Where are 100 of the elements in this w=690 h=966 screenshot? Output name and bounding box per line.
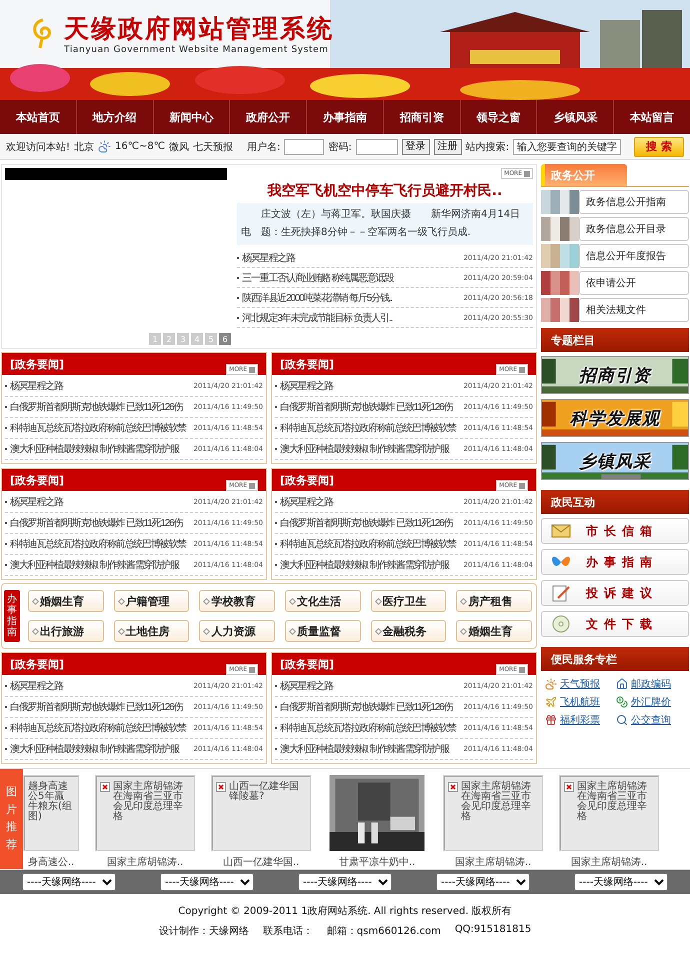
search-field[interactable]: 输入您要查询的关键字 xyxy=(513,138,622,154)
plus-icon xyxy=(249,666,255,672)
password-label: 密码: xyxy=(328,140,352,154)
plus-icon xyxy=(519,666,525,672)
news-title[interactable]: 杨冥星程之路 xyxy=(280,495,460,509)
news-title[interactable]: 三一重工否认商业贿赂 称纯属恶意诋毁 xyxy=(242,270,460,284)
news-title[interactable]: 陕西洋县近2000吨菜花滞销 每斤5分钱.. xyxy=(242,290,460,304)
news-title[interactable]: 白俄罗斯首都明斯克地铁爆炸 已致11死126伤 xyxy=(10,400,190,414)
interaction-button[interactable]: 文件下载 xyxy=(541,611,689,637)
house-icon xyxy=(616,678,628,690)
guide-button[interactable]: 土地住房 xyxy=(114,620,190,642)
news-title[interactable]: 白俄罗斯首都明斯克地铁爆炸 已致11死126伤 xyxy=(280,516,460,530)
broken-image-icon xyxy=(216,782,226,792)
photo-caption[interactable]: 国家主席胡锦涛.. xyxy=(454,855,532,869)
nav-link[interactable]: 本站首页 xyxy=(0,100,76,134)
news-title[interactable]: 杨冥星程之路 xyxy=(280,379,460,393)
site-title: 天缘政府网站管理系统 xyxy=(64,12,334,44)
service-link[interactable]: 天气预报 xyxy=(545,677,614,691)
email-text: 邮箱：qsm660126.com xyxy=(326,924,441,938)
link-dropdown[interactable]: ----天缘网络---- xyxy=(298,873,392,891)
service-link[interactable]: 邮政编码 xyxy=(616,677,685,691)
guide-button[interactable]: 学校教育 xyxy=(199,590,275,612)
guide-button[interactable]: 出行旅游 xyxy=(28,620,104,642)
weather-icon xyxy=(545,678,557,690)
news-title[interactable]: 科特迪瓦总统瓦塔拉政府称前总统巴博被软禁 xyxy=(280,537,460,551)
sidebar-link[interactable]: 依申请公开 xyxy=(579,271,689,295)
photo-caption[interactable]: 山西一亿建华国.. xyxy=(222,855,300,869)
temperature-text: 16℃~8℃ xyxy=(115,141,165,152)
news-title[interactable]: 杨冥星程之路 xyxy=(10,495,190,509)
news-title[interactable]: 杨冥星程之路 xyxy=(10,379,190,393)
broken-image-icon xyxy=(100,782,110,792)
link-dropdown[interactable]: ----天缘网络---- xyxy=(574,873,668,891)
topic-banner[interactable]: 乡镇风采 xyxy=(541,442,689,480)
guide-button[interactable]: 人力资源 xyxy=(199,620,275,642)
sidebar-link[interactable]: 政务信息公开目录 xyxy=(579,217,689,241)
topic-banner[interactable]: 招商引资 xyxy=(541,356,689,394)
news-title[interactable]: 科特迪瓦总统瓦塔拉政府称前总统巴博被软禁 xyxy=(280,721,460,735)
sidebar-link[interactable]: 相关法规文件 xyxy=(579,298,689,322)
section-header: 专题栏目 xyxy=(541,328,689,352)
news-title[interactable]: 白俄罗斯首都明斯克地铁爆炸 已致11死126伤 xyxy=(280,700,460,714)
news-title[interactable]: 杨冥星程之路 xyxy=(10,679,190,693)
news-title[interactable]: 白俄罗斯首都明斯克地铁爆炸 已致11死126伤 xyxy=(10,700,190,714)
sidebar-link[interactable]: 政务信息公开指南 xyxy=(579,190,689,214)
section-header: 政民互动 xyxy=(541,490,689,514)
news-title[interactable]: 科特迪瓦总统瓦塔拉政府称前总统巴博被软禁 xyxy=(10,537,190,551)
news-title[interactable]: 科特迪瓦总统瓦塔拉政府称前总统巴博被软禁 xyxy=(10,421,190,435)
link-dropdown[interactable]: ----天缘网络---- xyxy=(160,873,254,891)
photo-caption[interactable]: 甘肃平凉牛奶中.. xyxy=(338,855,416,869)
headline-title[interactable]: 我空军飞机空中停车飞行员避开村民.. xyxy=(237,182,533,200)
link-dropdown[interactable]: ----天缘网络---- xyxy=(22,873,116,891)
news-title[interactable]: 河北规定3年未完成节能目标 负责人引.. xyxy=(242,310,460,324)
interaction-button[interactable]: 办事指南 xyxy=(541,549,689,575)
news-title[interactable]: 杨冥星程之路 xyxy=(242,250,460,264)
service-link[interactable]: 飞机航班 xyxy=(545,695,614,709)
sidebar-link[interactable]: 信息公开年度报告 xyxy=(579,244,689,268)
coins-icon xyxy=(616,696,628,708)
copyright-text: Copyright © 2009-2011 1政府网站系统. All rights reserved. 版权所有 xyxy=(178,904,512,918)
login-button[interactable]: 登录 xyxy=(402,138,430,154)
link-dropdown[interactable]: ----天缘网络---- xyxy=(436,873,530,891)
page-button[interactable]: 6 xyxy=(219,333,231,345)
photo-caption[interactable]: 国家主席胡锦涛.. xyxy=(106,855,184,869)
interaction-button[interactable]: 投诉建议 xyxy=(541,580,689,606)
photo-caption[interactable]: 国家主席胡锦涛.. xyxy=(570,855,648,869)
password-field[interactable] xyxy=(356,138,398,154)
news-title[interactable]: 澳大利亚种植最辣辣椒 制作辣酱需穿防护服 xyxy=(10,742,190,756)
news-title[interactable]: 杨冥星程之路 xyxy=(280,679,460,693)
guide-button[interactable]: 户籍管理 xyxy=(114,590,190,612)
guide-button[interactable]: 金融税务 xyxy=(370,620,446,642)
search-button[interactable]: 搜 索 xyxy=(634,136,684,156)
service-link[interactable]: 福利彩票 xyxy=(545,713,614,727)
banner-title: 招商引资 xyxy=(579,364,651,386)
news-title[interactable]: 科特迪瓦总统瓦塔拉政府称前总统巴博被软禁 xyxy=(10,721,190,735)
section-label: 图片推荐 xyxy=(0,769,23,869)
envelope-icon xyxy=(550,522,572,540)
guide-button[interactable]: 房产租售 xyxy=(456,590,532,612)
username-field[interactable] xyxy=(284,138,324,154)
service-link[interactable]: 外汇牌价 xyxy=(616,695,685,709)
guide-button[interactable]: 婚姻生育 xyxy=(456,620,532,642)
guide-button[interactable]: 文化生活 xyxy=(284,590,361,612)
news-title[interactable]: 澳大利亚种植最辣辣椒 制作辣酱需穿防护服 xyxy=(280,558,460,572)
broken-image-icon xyxy=(448,782,458,792)
news-title[interactable]: 澳大利亚种植最辣辣椒 制作辣酱需穿防护服 xyxy=(10,442,190,456)
register-button[interactable]: 注册 xyxy=(434,138,462,154)
guide-button[interactable]: 质量监督 xyxy=(284,620,361,642)
news-title[interactable]: 澳大利亚种植最辣辣椒 制作辣酱需穿防护服 xyxy=(10,558,190,572)
news-title[interactable]: 白俄罗斯首都明斯克地铁爆炸 已致11死126伤 xyxy=(10,516,190,530)
service-link[interactable]: 公交查询 xyxy=(616,713,685,727)
qq-text: QQ:915181815 xyxy=(454,924,532,937)
news-title[interactable]: 科特迪瓦总统瓦塔拉政府称前总统巴博被软禁 xyxy=(280,421,460,435)
interaction-button[interactable]: 市长信箱 xyxy=(541,518,689,544)
forecast-link[interactable]: 七天预报 xyxy=(192,140,233,154)
design-credit: 设计制作：天缘网络 xyxy=(158,924,249,938)
news-title[interactable]: 白俄罗斯首都明斯克地铁爆炸 已致11死126伤 xyxy=(280,400,460,414)
news-title[interactable]: 澳大利亚种植最辣辣椒 制作辣酱需穿防护服 xyxy=(280,442,460,456)
guide-button[interactable]: 婚姻生育 xyxy=(28,590,104,612)
photo-caption[interactable]: 身高速公.. xyxy=(28,855,74,869)
news-title[interactable]: 澳大利亚种植最辣辣椒 制作辣酱需穿防护服 xyxy=(280,742,460,756)
topic-banner[interactable]: 科学发展观 xyxy=(541,399,689,437)
plus-icon xyxy=(519,366,525,372)
guide-button[interactable]: 医疗卫生 xyxy=(370,590,446,612)
